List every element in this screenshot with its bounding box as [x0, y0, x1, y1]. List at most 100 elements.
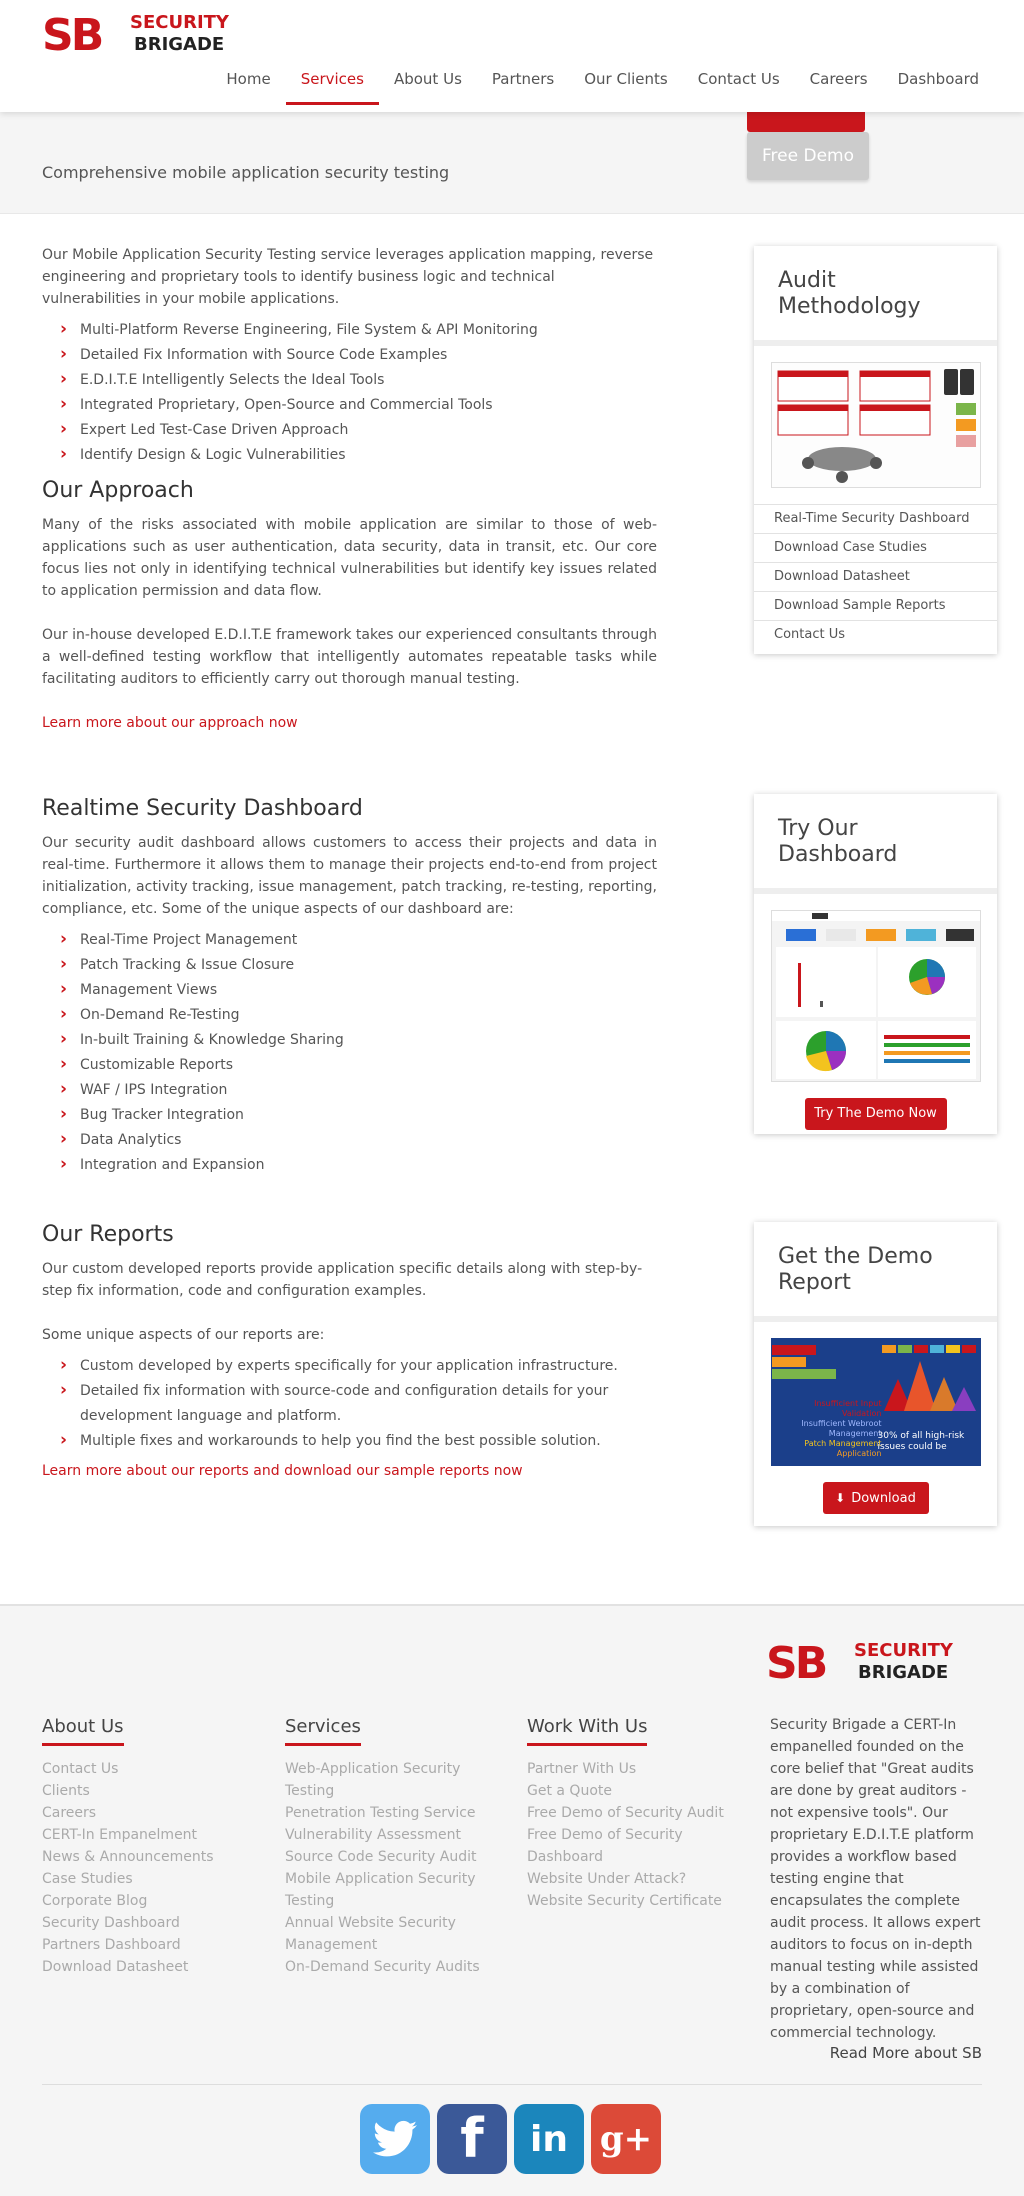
nav-item-contact-us[interactable]: Contact Us — [683, 62, 795, 105]
footer-link-penetration-testing-service[interactable]: Penetration Testing Service — [285, 1802, 500, 1824]
intro-bullet: E.D.I.T.E Intelligently Selects the Idea… — [42, 367, 657, 393]
footer-link-partners-dashboard[interactable]: Partners Dashboard — [42, 1934, 262, 1956]
footer-services-heading: Services — [285, 1716, 361, 1746]
dashboard-screenshot[interactable] — [770, 910, 981, 1082]
dashboard-bullet: On-Demand Re-Testing — [42, 1002, 657, 1028]
footer-about-links: Contact Us Clients Careers CERT-In Empanelm… — [42, 1758, 262, 1978]
footer-link-contact-us[interactable]: Contact Us — [42, 1758, 262, 1780]
footer-link-partner-with-us[interactable]: Partner With Us — [527, 1758, 747, 1780]
nav-item-home[interactable]: Home — [211, 62, 285, 105]
footer-link-free-demo-of-security-audit[interactable]: Free Demo of Security Audit — [527, 1802, 747, 1824]
footer-link-careers[interactable]: Careers — [42, 1802, 262, 1824]
footer-link-on-demand-security-audits[interactable]: On-Demand Security Audits — [285, 1956, 500, 1978]
sidebar-link-real-time-security-dashboard[interactable]: Real-Time Security Dashboard — [754, 504, 997, 533]
approach-heading: Our Approach — [42, 478, 194, 503]
audit-methodology-diagram[interactable] — [770, 362, 981, 488]
footer-link-cert-in-empanelment[interactable]: CERT-In Empanelment — [42, 1824, 262, 1846]
reports-bullets: Custom developed by experts specifically… — [42, 1353, 657, 1454]
sidebar-link-download-sample-reports[interactable]: Download Sample Reports — [754, 591, 997, 620]
twitter-icon[interactable] — [360, 2104, 430, 2174]
read-more-about-link[interactable]: Read More about SB — [830, 2044, 982, 2062]
reports-bullet: Detailed fix information with source-cod… — [42, 1378, 657, 1429]
footer-about-column: About Us Contact Us Clients Careers CERT-In… — [42, 1716, 262, 1978]
footer-link-case-studies[interactable]: Case Studies — [42, 1868, 262, 1890]
download-icon: ⬇ — [835, 1491, 846, 1505]
site-header: SB SECURITY BRIGADE Home Services About Us… — [0, 0, 1024, 112]
free-demo-button[interactable]: Free Demo — [747, 132, 869, 180]
footer-link-news-and-announcements[interactable]: News & Announcements — [42, 1846, 262, 1868]
nav-item-services[interactable]: Services — [285, 62, 380, 105]
demo-report-thumbnail[interactable]: Insufficient Input Validation Insufficie… — [770, 1338, 981, 1466]
demo-report-thumb-lines: Insufficient Input Validation Insufficie… — [786, 1399, 882, 1459]
footer-link-vulnerability-assessment[interactable]: Vulnerability Assessment — [285, 1824, 500, 1846]
nav-item-our-clients[interactable]: Our Clients — [569, 62, 683, 105]
footer-link-get-a-quote[interactable]: Get a Quote — [527, 1780, 747, 1802]
nav-item-dashboard[interactable]: Dashboard — [883, 62, 994, 105]
footer-link-web-application-security-testing[interactable]: Web-Application Security Testing — [285, 1758, 500, 1802]
dashboard-bullet: In-built Training & Knowledge Sharing — [42, 1027, 657, 1053]
svg-text:SECURITY: SECURITY — [854, 1640, 954, 1661]
security-brigade-logo[interactable]: SB SECURITY BRIGADE — [42, 8, 252, 54]
footer-services-column: Services Web-Application Security Testin… — [285, 1716, 500, 1978]
dashboard-bullet: Management Views — [42, 977, 657, 1003]
svg-text:SB: SB — [766, 1638, 826, 1682]
download-report-button[interactable]: ⬇ Download — [822, 1482, 929, 1514]
audit-links: Real-Time Security Dashboard Download Cas… — [754, 504, 997, 649]
thumb-line: Validation — [841, 1409, 882, 1418]
footer-services-links: Web-Application Security Testing Penetrat… — [285, 1758, 500, 1978]
nav-item-partners[interactable]: Partners — [477, 62, 569, 105]
facebook-icon[interactable]: f — [437, 2104, 507, 2174]
sidebar-link-download-case-studies[interactable]: Download Case Studies — [754, 533, 997, 562]
thumb-line: Management — [828, 1429, 882, 1438]
reports-heading: Our Reports — [42, 1222, 174, 1247]
sidebar-link-download-datasheet[interactable]: Download Datasheet — [754, 562, 997, 591]
footer-work-heading: Work With Us — [527, 1716, 648, 1746]
approach-paragraph-1: Many of the risks associated with mobile… — [42, 517, 657, 599]
dashboard-text: Our security audit dashboard allows cust… — [42, 835, 657, 917]
intro-bullet: Detailed Fix Information with Source Cod… — [42, 342, 657, 368]
sidebar-link-contact-us[interactable]: Contact Us — [754, 620, 997, 649]
reports-bullet: Custom developed by experts specifically… — [42, 1353, 657, 1379]
reports-learn-more-link[interactable]: Learn more about our reports and downloa… — [42, 1463, 523, 1479]
try-dashboard-title: Try Our Dashboard — [754, 794, 997, 894]
audit-methodology-title: Audit Methodology — [754, 246, 997, 346]
dashboard-bullet: Patch Tracking & Issue Closure — [42, 952, 657, 978]
footer-logo[interactable]: SB SECURITY BRIGADE — [766, 1636, 976, 1682]
reports-bullet: Multiple fixes and workarounds to help y… — [42, 1428, 657, 1454]
footer-link-security-dashboard[interactable]: Security Dashboard — [42, 1912, 262, 1934]
dashboard-section: Realtime Security Dashboard Our security… — [42, 794, 657, 1178]
google-plus-icon[interactable]: g+ — [591, 2104, 661, 2174]
dashboard-heading: Realtime Security Dashboard — [42, 796, 363, 821]
thumb-line: Insufficient Webroot — [801, 1419, 882, 1428]
dashboard-bullet: Integration and Expansion — [42, 1152, 657, 1178]
approach-paragraph-2: Our in-house developed E.D.I.T.E framewo… — [42, 627, 657, 687]
dashboard-bullet: Bug Tracker Integration — [42, 1102, 657, 1128]
try-demo-button[interactable]: Try The Demo Now — [804, 1098, 947, 1130]
footer-link-website-security-certificate[interactable]: Website Security Certificate — [527, 1890, 747, 1912]
try-dashboard-card: Try Our Dashboard Try The Demo Now — [754, 794, 997, 1134]
footer-link-corporate-blog[interactable]: Corporate Blog — [42, 1890, 262, 1912]
footer-link-website-under-attack[interactable]: Website Under Attack? — [527, 1868, 747, 1890]
footer-link-source-code-security-audit[interactable]: Source Code Security Audit — [285, 1846, 500, 1868]
footer-link-mobile-application-security-testing[interactable]: Mobile Application Security Testing — [285, 1868, 500, 1912]
footer-link-annual-website-security-management[interactable]: Annual Website Security Management — [285, 1912, 500, 1956]
footer-link-download-datasheet[interactable]: Download Datasheet — [42, 1956, 262, 1978]
approach-learn-more-link[interactable]: Learn more about our approach now — [42, 715, 298, 731]
nav-item-careers[interactable]: Careers — [795, 62, 883, 105]
footer-work-links: Partner With Us Get a Quote Free Demo of S… — [527, 1758, 747, 1912]
main-nav: Home Services About Us Partners Our Clients C… — [211, 62, 994, 105]
svg-text:BRIGADE: BRIGADE — [134, 34, 224, 54]
dashboard-bullet: Customizable Reports — [42, 1052, 657, 1078]
footer-about-text: Security Brigade a CERT-In empanelled fo… — [770, 1717, 981, 2041]
svg-text:SECURITY: SECURITY — [130, 12, 230, 33]
svg-text:BRIGADE: BRIGADE — [858, 1662, 948, 1682]
thumb-line: Application — [836, 1449, 882, 1458]
nav-item-about-us[interactable]: About Us — [379, 62, 477, 105]
footer-link-free-demo-of-security-dashboard[interactable]: Free Demo of Security Dashboard — [527, 1824, 747, 1868]
linkedin-icon[interactable]: in — [514, 2104, 584, 2174]
reports-section: Our Reports Our custom developed reports… — [42, 1220, 657, 1482]
intro-bullets: Multi-Platform Reverse Engineering, File… — [42, 317, 657, 468]
intro-section: Our Mobile Application Security Testing … — [42, 244, 657, 468]
intro-bullet: Integrated Proprietary, Open-Source and … — [42, 392, 657, 418]
footer-link-clients[interactable]: Clients — [42, 1780, 262, 1802]
